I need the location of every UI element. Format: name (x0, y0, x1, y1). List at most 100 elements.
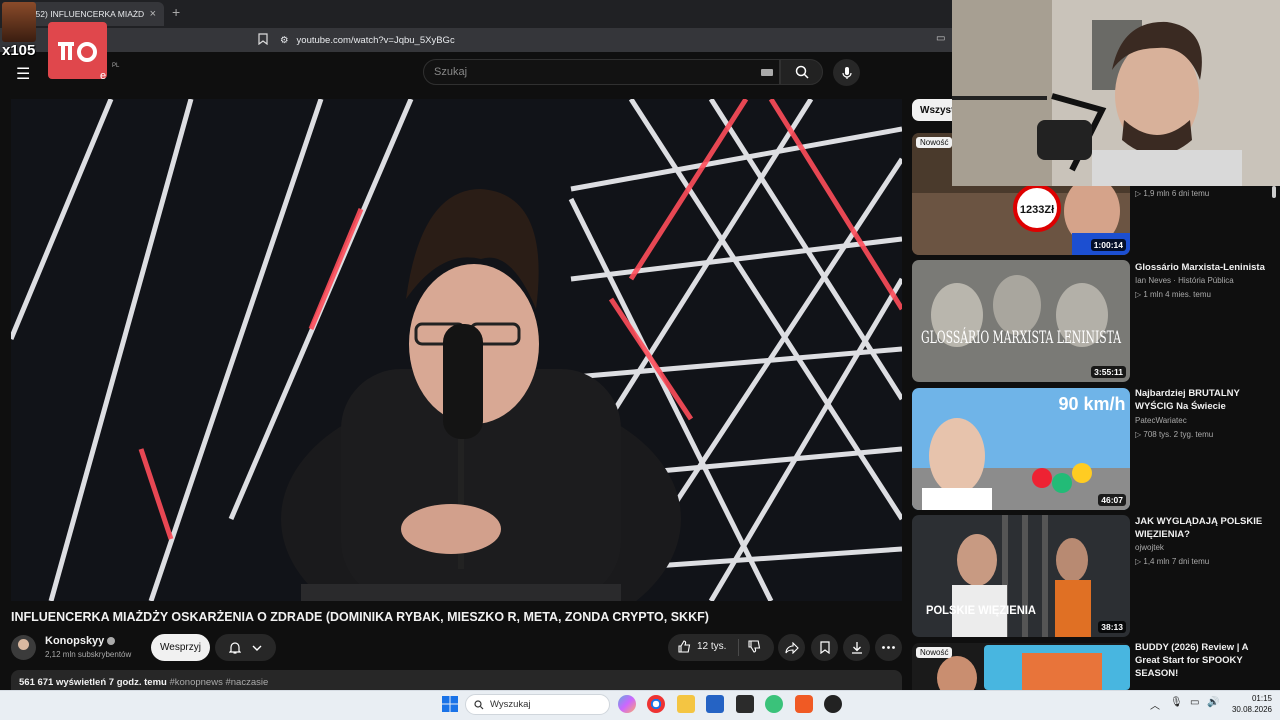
thumb-price-text: 1233Zł (1020, 204, 1054, 216)
support-button[interactable]: Wesprzyj (151, 634, 210, 661)
like-count: 12 tys. (697, 641, 727, 652)
notifications-button[interactable] (215, 634, 276, 661)
thumb-title-text: GLOSSÁRIO MARXISTA LENINISTA (921, 327, 1121, 348)
verified-icon (107, 637, 116, 646)
duration-badge: 38:13 (1098, 621, 1126, 633)
new-tab-icon[interactable]: + (172, 4, 180, 20)
bell-icon (228, 642, 241, 654)
close-tab-icon[interactable]: × (150, 8, 156, 20)
channel-name[interactable]: Konopskyy (45, 635, 104, 647)
webcam-overlay (952, 0, 1280, 186)
related-channel[interactable]: ojwojtek (1135, 543, 1164, 552)
microphone-icon (841, 66, 852, 79)
store-icon[interactable] (706, 695, 724, 713)
chevron-down-icon (252, 645, 262, 651)
related-meta: ▷ 708 tys. 2 tyg. temu (1135, 430, 1214, 439)
url-field[interactable]: ⚙ youtube.com/watch?v=Jqbu_5XyBGc (280, 31, 940, 49)
like-separator (738, 639, 739, 656)
search-icon (474, 699, 484, 709)
upload-age: 7 godz. temu (108, 677, 167, 688)
site-info-icon[interactable]: ⚙ (280, 35, 289, 46)
overlay-avatar (2, 2, 36, 42)
search-placeholder: Szukaj (434, 66, 468, 78)
voice-search-button[interactable] (833, 59, 860, 86)
search-input[interactable]: Szukaj (423, 59, 780, 85)
related-channel[interactable]: Ian Neves · História Pública (1135, 276, 1234, 285)
menu-icon[interactable]: ☰ (16, 64, 30, 84)
description-box[interactable]: 561 671 wyświetleń 7 godz. temu #konopne… (11, 670, 902, 690)
scrollbar-thumb[interactable] (1272, 186, 1276, 198)
browser-tab-title: (152) INFLUENCERKA MIAŻDŻY (28, 9, 144, 19)
search-button[interactable] (780, 59, 823, 85)
duration-badge: 46:07 (1098, 494, 1126, 506)
hashtags[interactable]: #konopnews #naczasie (169, 677, 268, 688)
related-title[interactable]: BUDDY (2026) Review | A Great Start for … (1135, 641, 1273, 680)
dislike-button[interactable] (748, 640, 761, 658)
taskbar-search[interactable]: Wyszukaj (465, 694, 610, 715)
new-badge: Nowość (916, 647, 953, 658)
clock-time: 01:15 (1251, 694, 1272, 703)
filter-chip-all[interactable]: Wszyst (912, 99, 952, 121)
display-tray-icon[interactable]: ▭ (1190, 697, 1199, 708)
thumbnail-image: 90 km/h (912, 388, 1130, 510)
related-thumbnail[interactable]: 90 km/h 46:07 (912, 388, 1130, 510)
duration-badge: 3:55:11 (1091, 366, 1126, 378)
taskbar-search-label: Wyszukaj (490, 699, 531, 710)
bookmark-icon[interactable] (258, 33, 268, 48)
cast-icon[interactable]: ▭ (936, 33, 945, 44)
new-badge: Nowość (916, 137, 953, 148)
related-title[interactable]: JAK WYGLĄDAJĄ POLSKIE WIĘZIENIA? (1135, 515, 1273, 541)
more-actions-button[interactable] (875, 634, 902, 661)
brave-icon[interactable] (795, 695, 813, 713)
related-thumbnail[interactable]: Nowość (912, 643, 1130, 690)
youtube-logo[interactable]: e (100, 70, 106, 82)
app-icon[interactable] (736, 695, 754, 713)
file-explorer-icon[interactable] (677, 695, 695, 713)
related-title[interactable]: Glossário Marxista-Leninista (1135, 261, 1273, 274)
microphone-tray-icon[interactable]: 🎙 (1170, 697, 1183, 708)
url-text: youtube.com/watch?v=Jqbu_5XyBGc (296, 34, 455, 46)
bookmark-icon (819, 641, 830, 654)
clock-date: 30.08.2026 (1231, 705, 1272, 714)
app-icon-green[interactable] (765, 695, 783, 713)
thumbs-down-icon (748, 640, 761, 653)
thumbs-up-icon (678, 640, 691, 653)
search-icon (795, 65, 809, 79)
channel-name-row[interactable]: Konopskyy (45, 635, 116, 647)
windows-taskbar (0, 690, 1280, 720)
related-meta: ▷ 1,9 mln 6 dni temu (1135, 189, 1210, 198)
video-title: INFLUENCERKA MIAŻDŻY OSKARŻENIA O ZDRADE… (11, 610, 709, 624)
download-icon (851, 642, 862, 654)
video-frame (11, 99, 902, 601)
subscriber-count: 2,12 mln subskrybentów (45, 650, 132, 659)
overlay-counter: x105 (2, 42, 36, 59)
thumb-title-text: POLSKIE WIĘZIENIA (926, 603, 1036, 617)
related-channel[interactable]: PatecWariatec (1135, 416, 1187, 425)
chrome-icon[interactable] (647, 695, 665, 713)
share-icon (784, 641, 799, 654)
tray-chevron-icon[interactable]: ︿ (1150, 697, 1160, 712)
thumb-speed-text: 90 km/h (1058, 394, 1125, 414)
like-dislike-group: 12 tys. (668, 634, 774, 661)
like-button[interactable]: 12 tys. (678, 640, 726, 653)
more-icon (882, 646, 895, 649)
taskbar-clock[interactable]: 01:15 30.08.2026 (1222, 693, 1272, 715)
download-button[interactable] (843, 634, 870, 661)
share-button[interactable] (778, 634, 805, 661)
channel-avatar[interactable] (11, 635, 36, 660)
related-meta: ▷ 1,4 mln 7 dni temu (1135, 557, 1210, 566)
start-icon[interactable] (441, 695, 459, 713)
logo-region: PL (112, 63, 120, 69)
key-logo-icon (48, 22, 107, 79)
keyboard-icon[interactable] (761, 69, 773, 76)
copilot-icon[interactable] (618, 695, 636, 713)
save-button[interactable] (811, 634, 838, 661)
thumbnail-image: GLOSSÁRIO MARXISTA LENINISTA (912, 260, 1130, 382)
related-thumbnail[interactable]: POLSKIE WIĘZIENIA 38:13 (912, 515, 1130, 637)
related-thumbnail[interactable]: GLOSSÁRIO MARXISTA LENINISTA 3:55:11 (912, 260, 1130, 382)
view-count: 561 671 wyświetleń (19, 677, 107, 688)
related-title[interactable]: Najbardziej BRUTALNY WYŚCIG Na Świecie (1135, 387, 1273, 413)
volume-icon[interactable]: 🔊 (1207, 697, 1219, 708)
video-player[interactable] (11, 99, 902, 601)
obs-icon[interactable] (824, 695, 842, 713)
